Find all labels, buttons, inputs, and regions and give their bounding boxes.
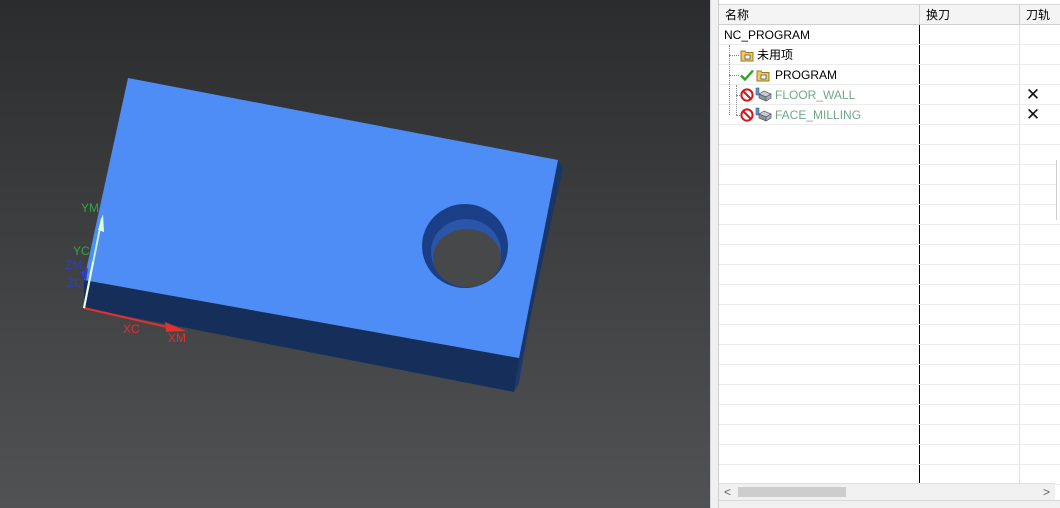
tree-row[interactable]	[719, 65, 1060, 85]
navigator-header: 名称 换刀 刀轨	[719, 4, 1060, 25]
mill-operation-icon	[755, 107, 772, 122]
empty-row	[719, 425, 1060, 445]
empty-row	[719, 465, 1060, 485]
axis-label-ym: YM	[81, 201, 99, 215]
column-header-tool-change[interactable]: 换刀	[920, 5, 1020, 25]
folder-icon	[740, 50, 754, 62]
operation-tree: NC_PROGRAM 未用项 PROGRAM FLOOR_WALL ✕ FACE…	[719, 25, 1060, 485]
axis-label-yc: YC	[73, 244, 90, 258]
scroll-right-button[interactable]: >	[1038, 484, 1055, 500]
tree-connector	[729, 55, 739, 56]
toolpath-missing-icon: ✕	[1025, 85, 1041, 105]
column-header-name[interactable]: 名称	[719, 5, 920, 25]
tree-item-nc-program[interactable]: NC_PROGRAM	[724, 25, 810, 45]
scroll-left-button[interactable]: <	[719, 484, 736, 500]
panel-splitter[interactable]	[710, 0, 719, 508]
empty-row	[719, 445, 1060, 465]
empty-row	[719, 345, 1060, 365]
empty-row	[719, 205, 1060, 225]
tree-item-program[interactable]: PROGRAM	[775, 65, 837, 85]
scroll-thumb[interactable]	[738, 487, 846, 497]
empty-row	[719, 125, 1060, 145]
mill-operation-icon	[755, 87, 772, 102]
tree-connector	[729, 75, 739, 76]
axis-label-zm: ZM	[65, 258, 83, 272]
empty-row	[719, 245, 1060, 265]
toolpath-missing-icon: ✕	[1025, 105, 1041, 125]
vertical-scrollbar[interactable]	[1056, 160, 1060, 220]
no-entry-icon	[740, 108, 754, 122]
axis-label-zc: ZC	[67, 276, 83, 290]
no-entry-icon	[740, 88, 754, 102]
folder-icon	[756, 70, 770, 82]
horizontal-scrollbar[interactable]: < >	[719, 483, 1055, 500]
empty-row	[719, 385, 1060, 405]
graphics-viewport[interactable]: YM YC ZM ZC XC XM	[0, 0, 710, 508]
column-header-toolpath[interactable]: 刀轨	[1020, 5, 1060, 25]
empty-row	[719, 325, 1060, 345]
empty-row	[719, 185, 1060, 205]
axis-label-xm: XM	[168, 331, 186, 345]
tree-item-face-milling[interactable]: FACE_MILLING	[775, 105, 861, 125]
tree-item-floor-wall[interactable]: FLOOR_WALL	[775, 85, 855, 105]
operation-navigator: 名称 换刀 刀轨 NC_PROGRAM 未用项 PROGRAM FLOOR_WA…	[719, 0, 1060, 508]
empty-row	[719, 405, 1060, 425]
empty-row	[719, 265, 1060, 285]
tree-item-unused[interactable]: 未用项	[757, 45, 793, 65]
check-icon	[740, 69, 754, 81]
hole-through	[433, 229, 501, 287]
empty-row	[719, 225, 1060, 245]
tree-connector	[736, 85, 737, 115]
empty-row	[719, 145, 1060, 165]
part-model[interactable]	[0, 0, 710, 508]
empty-row	[719, 365, 1060, 385]
empty-row	[719, 165, 1060, 185]
empty-row	[719, 285, 1060, 305]
empty-row	[719, 305, 1060, 325]
panel-bottom-edge	[719, 500, 1060, 508]
axis-label-xc: XC	[123, 322, 140, 336]
